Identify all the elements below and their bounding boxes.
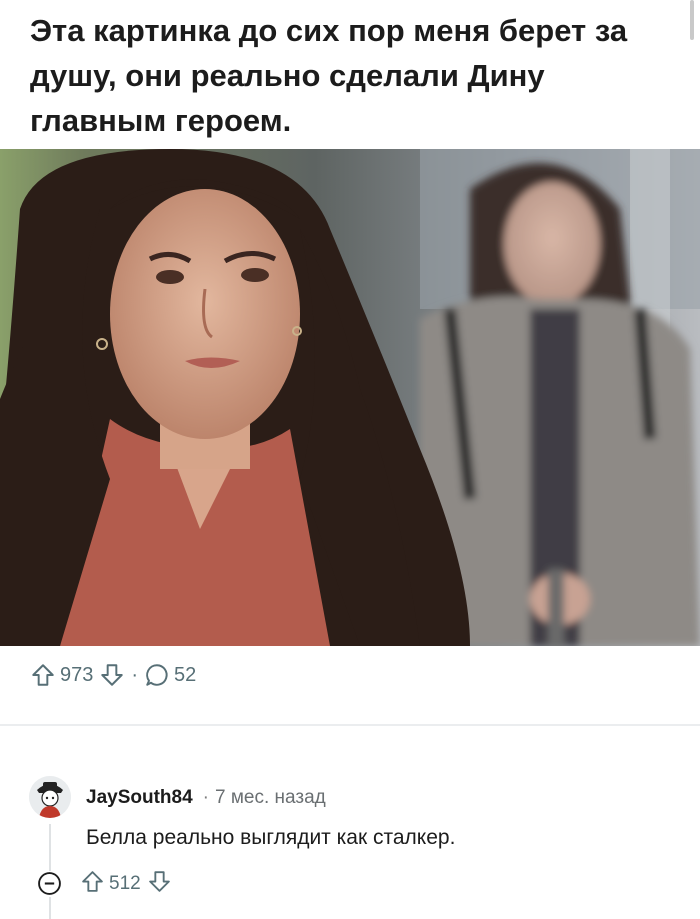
comment-meta: JaySouth84 · 7 мес. назад: [86, 786, 326, 810]
divider: [0, 724, 700, 726]
separator-dot: ·: [131, 663, 139, 686]
comments-count[interactable]: 52: [174, 664, 196, 687]
arrow-down-outline-icon[interactable]: [147, 869, 172, 900]
post-image[interactable]: [0, 149, 700, 646]
thread-line: [49, 824, 51, 871]
speech-bubble-icon[interactable]: [144, 662, 170, 688]
comment-author[interactable]: JaySouth84: [86, 787, 193, 808]
comment-timestamp: 7 мес. назад: [214, 787, 326, 808]
post-score: 973: [60, 663, 94, 686]
minus-circle-icon[interactable]: [37, 871, 62, 896]
arrow-up-outline-icon[interactable]: [80, 869, 105, 900]
arrow-down-outline-icon[interactable]: [99, 662, 125, 688]
separator-dot: ·: [202, 787, 209, 808]
thread-line: [49, 897, 51, 919]
post-title: Эта картинка до сих пор меня берет за ду…: [30, 13, 628, 138]
avatar-character-icon[interactable]: [29, 776, 71, 818]
comment-actions-bar: 512: [80, 869, 172, 899]
comment-score: 512: [109, 873, 141, 894]
scrollbar[interactable]: [690, 0, 694, 40]
comment-text: Белла реально выглядит как сталкер.: [86, 826, 456, 849]
arrow-up-outline-icon[interactable]: [30, 662, 56, 688]
post-actions-bar: 973 · 52: [30, 660, 202, 690]
